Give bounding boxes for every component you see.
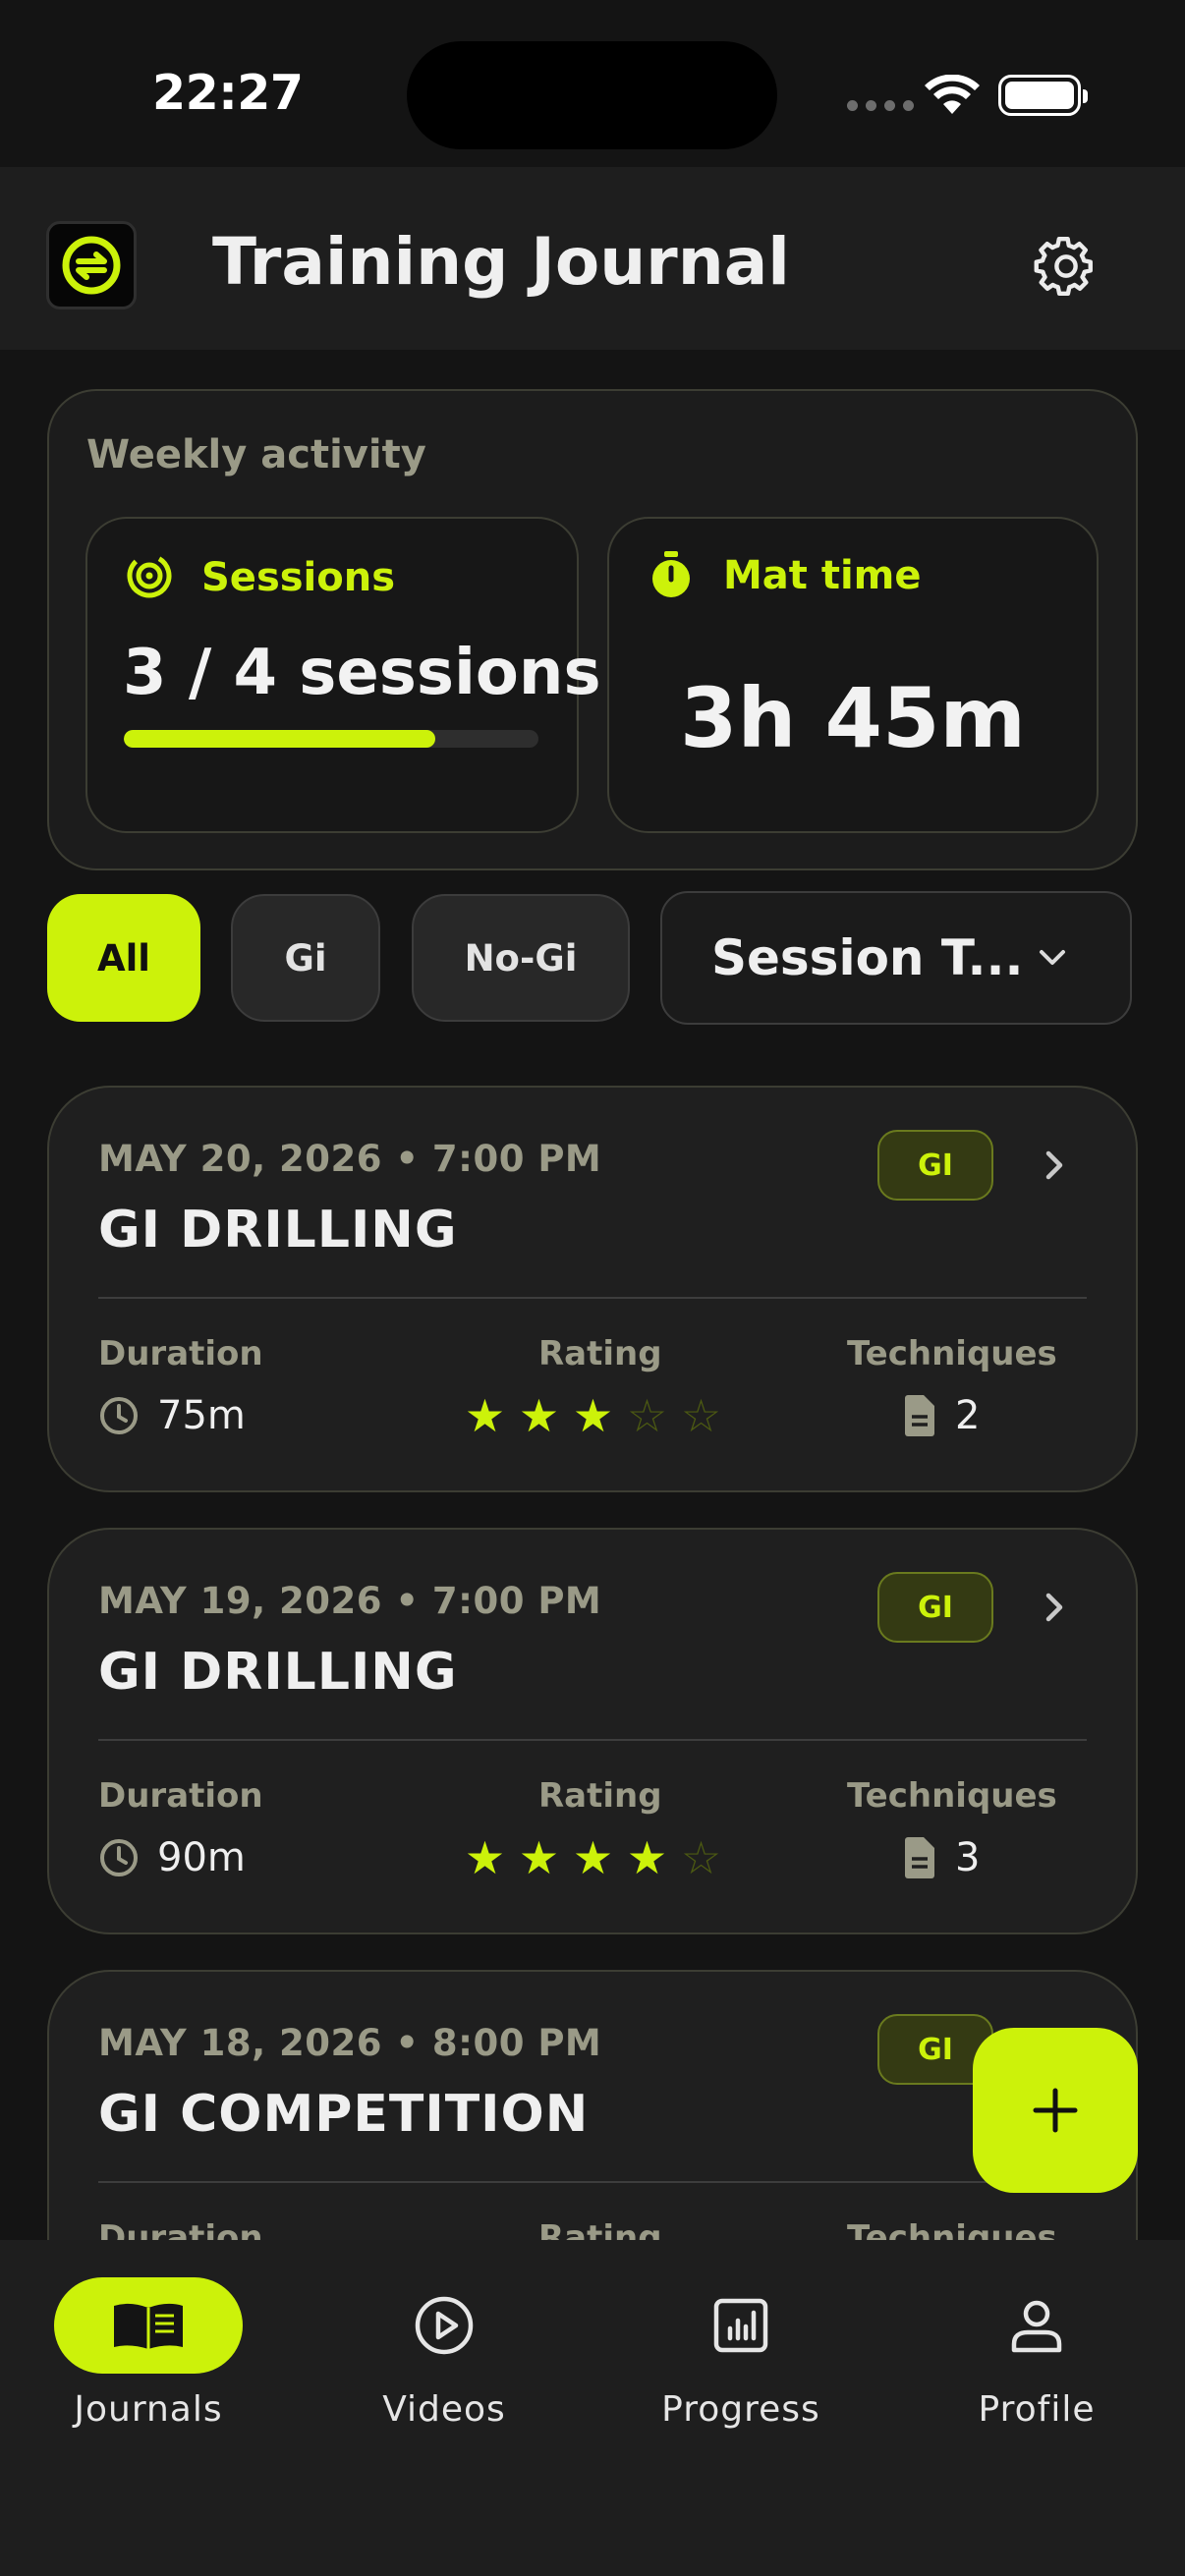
session-type-badge: GI [877,1572,993,1643]
app-logo [46,221,137,309]
chevron-right-icon[interactable] [1040,1146,1069,1185]
techniques-value-row: 3 [902,1835,980,1880]
page-title: Training Journal [212,224,790,300]
nav-item-profile[interactable]: Profile [929,2277,1145,2430]
star-filled-icon: ★ [518,1831,560,1884]
duration-value-row: 90m [98,1835,246,1880]
duration-value-row: 75m [98,1393,246,1438]
techniques-value-row: 2 [902,1393,980,1438]
nav-label: Videos [382,2389,506,2430]
document-icon [905,1837,934,1878]
session-title: GI COMPETITION [98,2085,590,2144]
clock-icon [100,1839,138,1876]
document-icon [905,1395,934,1436]
rating-label: Rating [538,1776,662,1816]
techniques-value: 2 [955,1393,981,1438]
dynamic-island [407,41,777,149]
nav-label: Progress [661,2389,820,2430]
wifi-icon [925,75,980,114]
rating-stars: ★ ★ ★ ☆ ☆ [464,1393,722,1438]
duration-label: Duration [98,1776,263,1816]
user-icon [1011,2300,1062,2353]
filter-chip-all[interactable]: All [47,894,200,1022]
session-type-badge: GI [877,1130,993,1201]
techniques-value: 3 [955,1835,981,1880]
plus-icon [1033,2088,1078,2133]
mat-time-label: Mat time [723,553,922,598]
duration-value: 90m [157,1835,246,1880]
nav-active-indicator [54,2277,243,2374]
chevron-right-icon[interactable] [1040,1588,1069,1627]
nav-item-journals[interactable]: Journals [40,2277,256,2430]
bar-chart-icon [713,2298,768,2353]
sessions-progress-fill [124,730,435,748]
sessions-progress-bar [124,730,538,748]
play-circle-icon [415,2296,474,2355]
duration-label: Duration [98,1334,263,1373]
chevron-down-icon [1040,950,1065,965]
stopwatch-icon [652,551,690,597]
status-time: 22:27 [152,65,304,121]
star-filled-icon: ★ [518,1389,560,1442]
cellular-signal-icon [847,100,914,111]
session-type-value: Session T... [711,929,1024,986]
star-empty-icon: ☆ [680,1831,722,1884]
target-icon [127,553,172,598]
session-date: MAY 20, 2026 • 7:00 PM [98,1138,602,1180]
session-date: MAY 19, 2026 • 7:00 PM [98,1580,602,1622]
add-session-button[interactable] [973,2028,1138,2193]
card-divider [98,1297,1087,1299]
rating-label: Rating [538,1334,662,1373]
duration-value: 75m [157,1393,246,1438]
session-title: GI DRILLING [98,1201,458,1260]
star-filled-icon: ★ [572,1831,614,1884]
techniques-label: Techniques [847,1334,1057,1373]
weekly-activity-title: Weekly activity [86,432,426,477]
logo-icon [62,236,121,295]
star-filled-icon: ★ [572,1389,614,1442]
card-divider [98,1739,1087,1741]
session-date: MAY 18, 2026 • 8:00 PM [98,2022,602,2064]
book-open-icon [114,2303,183,2349]
filter-chip-no-gi[interactable]: No-Gi [412,894,630,1022]
mat-time-value: 3h 45m [680,670,1026,766]
gear-icon[interactable] [1034,234,1099,299]
clock-icon [100,1397,138,1434]
battery-icon [998,75,1088,116]
sessions-label: Sessions [201,555,396,600]
nav-item-videos[interactable]: Videos [336,2277,552,2430]
star-filled-icon: ★ [464,1831,506,1884]
star-empty-icon: ☆ [680,1389,722,1442]
rating-stars: ★ ★ ★ ★ ☆ [464,1835,722,1880]
session-title: GI DRILLING [98,1643,458,1702]
nav-label: Journals [74,2389,223,2430]
techniques-label: Techniques [847,1776,1057,1816]
star-empty-icon: ☆ [626,1389,668,1442]
nav-item-progress[interactable]: Progress [633,2277,849,2430]
sessions-value: 3 / 4 sessions [123,637,601,709]
star-filled-icon: ★ [626,1831,668,1884]
star-filled-icon: ★ [464,1389,506,1442]
filter-chip-gi[interactable]: Gi [231,894,380,1022]
nav-label: Profile [978,2389,1096,2430]
card-divider [98,2181,1087,2183]
